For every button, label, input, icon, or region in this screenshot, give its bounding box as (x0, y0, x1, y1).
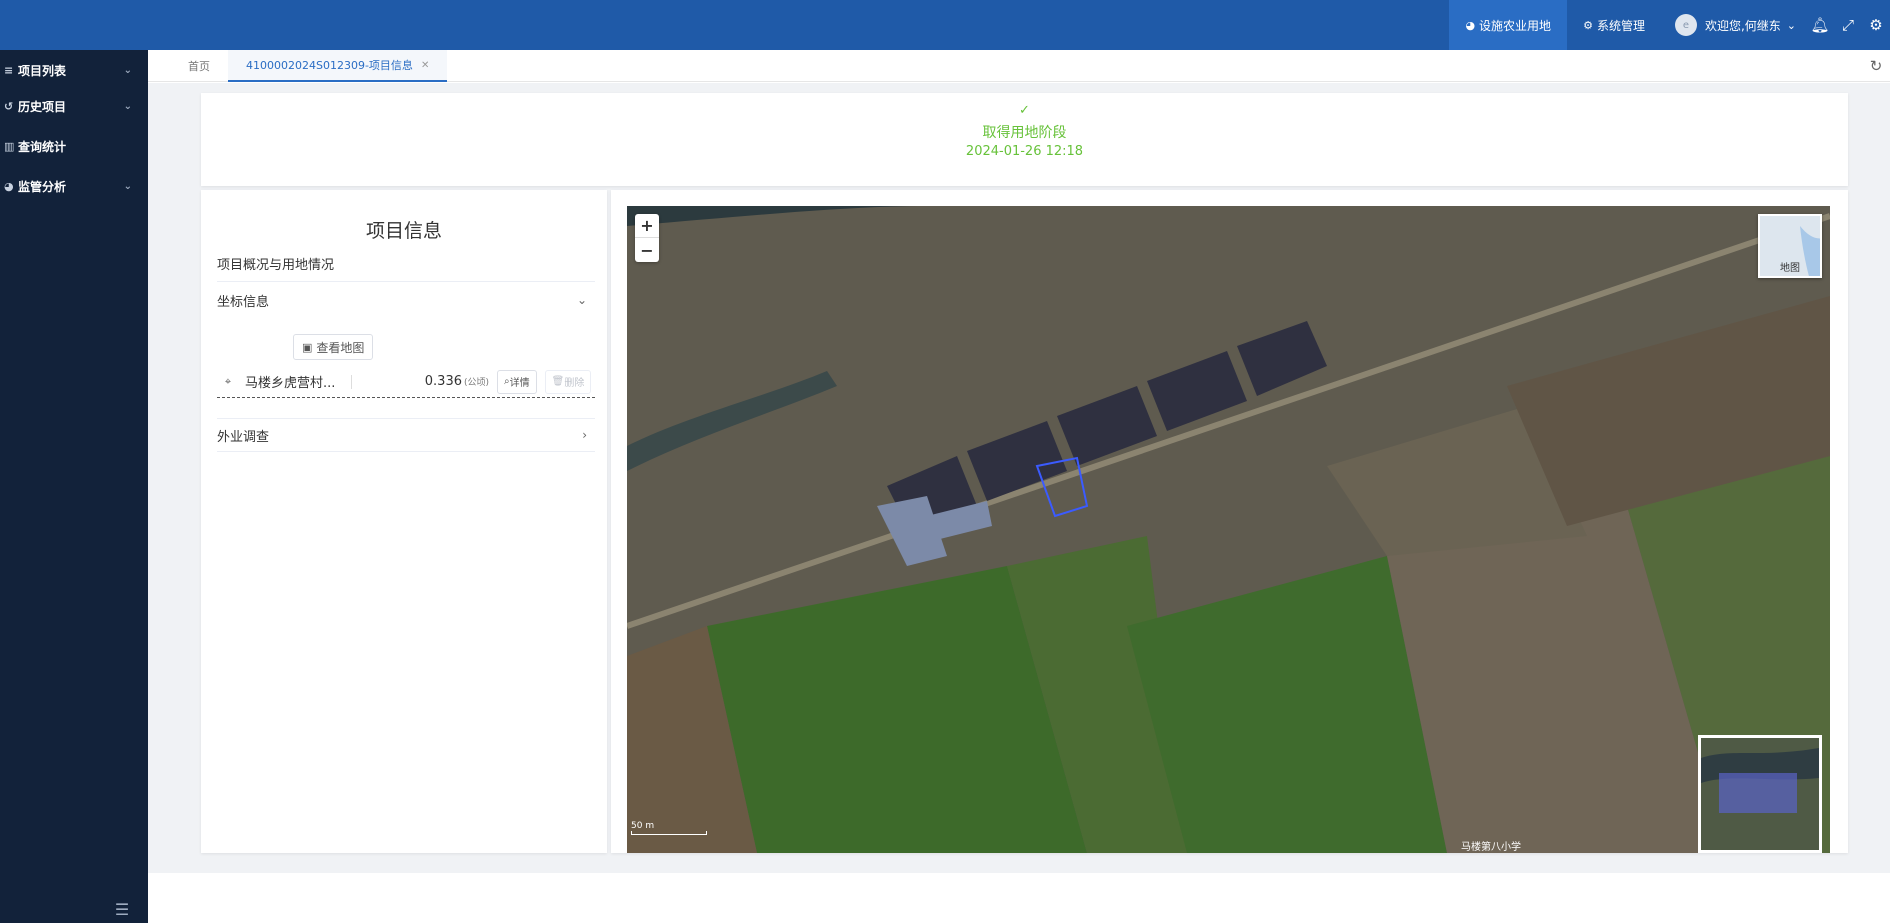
user-menu[interactable]: e 欢迎您,何继东 ⌄ (1661, 0, 1806, 50)
pie-icon: ◕ (1465, 18, 1476, 32)
chevron-down-icon: ⌄ (1786, 18, 1796, 32)
history-icon: ↺ (4, 99, 14, 113)
footer-area (148, 873, 1890, 923)
sidebar-item-supervision[interactable]: ◕ 监管分析 ⌄ (0, 166, 148, 206)
close-icon[interactable]: ✕ (421, 60, 429, 71)
share-icon: ⚙ (1583, 18, 1593, 32)
gear-icon[interactable]: ⚙ (1862, 0, 1890, 50)
coordinate-name: 马楼乡虎营村... (245, 376, 336, 391)
list-icon: ≡ (4, 63, 14, 77)
button-label: 查看地图 (316, 340, 365, 355)
button-label: 详情 (509, 378, 530, 389)
tab-home[interactable]: 首页 (188, 50, 210, 82)
trash-icon: 🗑︎ (551, 376, 565, 387)
chevron-down-icon: ⌄ (576, 293, 587, 307)
poi-label: 马楼第八小学 (1461, 842, 1521, 853)
tab-label: 首页 (188, 60, 210, 73)
top-menu: ◕ 设施农业用地 ⚙ 系统管理 e 欢迎您,何继东 ⌄ 🔔︎ ⤢ ⚙ (1449, 0, 1890, 50)
overview-map[interactable] (1698, 735, 1822, 853)
top-bar: ◕ 设施农业用地 ⚙ 系统管理 e 欢迎您,何继东 ⌄ 🔔︎ ⤢ ⚙ (0, 0, 1890, 50)
scale-bar: 50 m (631, 821, 707, 835)
collapse-sidebar-icon[interactable]: ☰ (112, 899, 132, 919)
refresh-icon[interactable]: ↻ (1866, 56, 1886, 76)
section-overview[interactable]: 项目概况与用地情况 (217, 246, 595, 282)
status-card: ✓ 取得用地阶段 2024-01-26 12:18 (201, 93, 1848, 186)
avatar: e (1674, 14, 1697, 36)
nav-system-management[interactable]: ⚙ 系统管理 (1567, 0, 1661, 50)
user-greeting: 欢迎您,何继东 (1704, 18, 1781, 33)
layer-switch[interactable]: 地图 (1758, 214, 1822, 278)
coordinate-area: 0.336 (424, 374, 462, 389)
bar-chart-icon: ▥ (4, 139, 15, 153)
sidebar: ≡ 项目列表 ⌄ ↺ 历史项目 ⌄ ▥ 查询统计 ◕ 监管分析 ⌄ ☰ (0, 50, 148, 923)
sidebar-item-label: 查询统计 (18, 139, 67, 154)
content-area: ✓ 取得用地阶段 2024-01-26 12:18 项目信息 项目概况与用地情况… (148, 83, 1890, 873)
image-icon: ▣ (302, 340, 313, 354)
fullscreen-icon[interactable]: ⤢ (1834, 0, 1862, 50)
section-field-survey[interactable]: 外业调查 › (217, 418, 595, 452)
coordinate-row: ⌖ 马楼乡虎营村... 0.336 (公顷) ⌕ 详情 🗑︎ 删除 (217, 366, 595, 398)
zoom-in-button[interactable]: + (635, 214, 659, 238)
sidebar-item-project-list[interactable]: ≡ 项目列表 ⌄ (0, 50, 148, 90)
tab-project-info[interactable]: 4100002024S012309-项目信息 ✕ (228, 50, 448, 82)
sidebar-item-history[interactable]: ↺ 历史项目 ⌄ (0, 86, 148, 126)
pie-icon: ◕ (4, 179, 14, 193)
section-label: 外业调查 (217, 429, 270, 445)
view-map-button[interactable]: ▣ 查看地图 (293, 334, 374, 360)
nav-label: 设施农业用地 (1479, 18, 1552, 33)
panel-title: 项目信息 (365, 220, 442, 242)
sidebar-item-label: 监管分析 (18, 179, 67, 194)
zoom-out-button[interactable]: − (635, 238, 659, 262)
satellite-imagery (627, 206, 1830, 853)
chevron-down-icon: ⌄ (123, 64, 132, 76)
bell-icon[interactable]: 🔔︎ (1806, 0, 1834, 50)
stage-time: 2024-01-26 12:18 (965, 144, 1084, 159)
zoom-control: + − (635, 214, 659, 262)
map-panel: + − 地图 50 m 马楼第八小学 (611, 190, 1848, 853)
check-icon: ✓ (1019, 103, 1030, 118)
layer-label: 地图 (1780, 263, 1800, 274)
area-unit: (公顷) (464, 378, 490, 388)
delete-button[interactable]: 🗑︎ 删除 (544, 369, 592, 394)
chevron-down-icon: ⌄ (123, 180, 132, 192)
section-coordinates[interactable]: 坐标信息 ⌄ (217, 282, 595, 318)
scale-line (631, 831, 707, 835)
sidebar-item-statistics[interactable]: ▥ 查询统计 (0, 126, 148, 166)
satellite-map[interactable]: + − 地图 50 m 马楼第八小学 (627, 206, 1830, 853)
detail-button[interactable]: ⌕ 详情 (497, 369, 537, 394)
nav-facility-agri-land[interactable]: ◕ 设施农业用地 (1449, 0, 1568, 50)
scale-text: 50 m (631, 821, 655, 831)
tab-label: 4100002024S012309-项目信息 (246, 59, 413, 72)
sidebar-item-label: 项目列表 (18, 63, 67, 78)
location-icon: ⌖ (224, 374, 232, 388)
button-label: 删除 (564, 378, 585, 389)
tab-bar: 首页 4100002024S012309-项目信息 ✕ ↻ (148, 50, 1890, 82)
nav-label: 系统管理 (1596, 18, 1645, 33)
section-label: 坐标信息 (217, 294, 270, 310)
stage-label: 取得用地阶段 (982, 125, 1067, 141)
chevron-down-icon: ⌄ (123, 100, 132, 112)
sidebar-item-label: 历史项目 (18, 99, 67, 114)
overview-imagery (1701, 738, 1819, 850)
project-info-panel: 项目信息 项目概况与用地情况 坐标信息 ⌄ ▣ 查看地图 ⌖ 马楼乡虎营村...… (201, 190, 607, 853)
section-label: 项目概况与用地情况 (217, 258, 335, 273)
chevron-right-icon: › (582, 428, 587, 442)
